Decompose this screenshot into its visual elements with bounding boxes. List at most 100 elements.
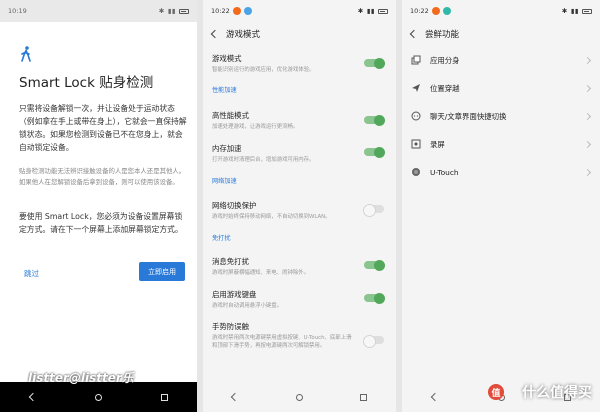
chevron-right-icon — [583, 56, 592, 64]
notification-app-icon — [232, 7, 241, 15]
home-icon — [295, 393, 303, 401]
menu-item-label: U-Touch — [430, 167, 459, 177]
chevron-right-icon — [583, 140, 592, 148]
status-time: 10:22 — [211, 7, 230, 15]
setting-title: 手势防误触 — [212, 322, 249, 331]
setting-title: 游戏模式 — [212, 54, 242, 63]
nav-back-button[interactable] — [23, 387, 43, 407]
signal-icon: ▮▮ — [570, 7, 579, 15]
network-switch-toggle[interactable] — [363, 203, 384, 217]
setting-row-game-mode[interactable]: 游戏模式 智能识别运行的游戏应用，优化游戏体验。 — [212, 53, 386, 74]
gesture-guard-toggle[interactable] — [363, 334, 384, 348]
menu-item-chat-switch[interactable]: 聊天/文章界面快捷切换 — [411, 108, 592, 124]
page-title: 尝鲜功能 — [425, 30, 460, 40]
setting-title: 消息免打扰 — [212, 257, 249, 266]
menu-item-app-clone[interactable]: 应用分身 — [411, 52, 592, 68]
setting-title: 内存加速 — [212, 144, 242, 153]
status-time: 10:19 — [8, 7, 27, 15]
notification-app-icon — [442, 7, 451, 15]
memory-boost-toggle[interactable] — [364, 146, 385, 158]
enable-now-button[interactable]: 立即启用 — [139, 262, 185, 281]
notification-app-icon — [431, 7, 440, 15]
page-title: Smart Lock 贴身检测 — [19, 75, 154, 91]
home-icon — [94, 393, 102, 401]
nav-back-button[interactable] — [225, 387, 245, 407]
disclaimer-text: 贴身检测功能无法辨识接触设备的人是您本人还是其他人。如果他人在您解锁设备后拿到设… — [19, 167, 186, 186]
setting-title: 启用游戏键盘 — [212, 290, 257, 299]
smart-lock-screen: 10:19 ✱ ▮▮ Smart Lock 贴身检测 只需将设备解锁一次，并让设… — [0, 0, 197, 412]
app-clone-icon — [411, 55, 421, 65]
nav-recent-button[interactable] — [354, 387, 374, 407]
battery-icon — [378, 8, 388, 14]
menu-item-label: 位置穿越 — [430, 83, 460, 93]
back-icon — [230, 392, 240, 402]
game-mode-screen: 10:22 ✱ ▮▮ 游戏模式 游戏模式 智能识别运行的游戏应用，优化游戏体验。… — [203, 0, 396, 412]
back-arrow-icon[interactable] — [210, 29, 220, 39]
setting-desc: 游戏时始终保持移动网络，不自动切换到WLAN。 — [212, 214, 331, 220]
description-text: 只需将设备解锁一次，并让设备处于运动状态（例如拿在手上或带在身上），它就会一直保… — [19, 104, 187, 152]
location-icon — [411, 83, 421, 93]
setting-row-gesture-guard[interactable]: 手势防误触 游戏时禁用两次电源键禁用虚拟按键、U-Touch、底部上滑和顶部下滑… — [212, 321, 386, 350]
nav-back-button[interactable] — [425, 387, 445, 407]
setting-row-high-performance[interactable]: 高性能模式 加速处理游戏，让游戏运行更流畅。 — [212, 110, 386, 131]
nav-home-button[interactable] — [88, 387, 108, 407]
chevron-right-icon — [583, 84, 592, 92]
requirement-text: 要使用 Smart Lock，您必须为设备设置屏幕锁定方式。请在下一个屏幕上添加… — [19, 212, 183, 234]
bluetooth-icon: ✱ — [357, 7, 364, 15]
setting-title: 网络切换保护 — [212, 201, 257, 210]
battery-icon — [582, 8, 592, 14]
game-keyboard-toggle[interactable] — [364, 292, 385, 304]
high-performance-toggle[interactable] — [364, 114, 385, 126]
section-header: 性能加速 — [212, 87, 237, 94]
recent-apps-icon — [160, 393, 168, 401]
status-bar: 10:22 ✱ ▮▮ — [203, 0, 396, 22]
watermark-site: 什么值得买 — [522, 385, 592, 401]
setting-desc: 游戏时禁用两次电源键禁用虚拟按键、U-Touch、底部上滑和顶部下滑手势，再按电… — [212, 335, 352, 349]
watermark-badge: 值 — [488, 384, 504, 400]
nav-recent-button[interactable] — [154, 387, 174, 407]
page-header: 尝鲜功能 — [402, 22, 600, 46]
recent-apps-icon — [360, 393, 368, 401]
nav-bar — [0, 382, 197, 412]
menu-item-location[interactable]: 位置穿越 — [411, 80, 592, 96]
skip-button[interactable]: 跳过 — [24, 268, 39, 279]
nav-home-button[interactable] — [289, 387, 309, 407]
section-header: 免打扰 — [212, 235, 231, 242]
menu-item-label: 录屏 — [430, 139, 445, 149]
setting-row-do-not-disturb[interactable]: 消息免打扰 游戏时屏蔽横幅通知、来电、闹钟除外。 — [212, 256, 386, 277]
page-title: 游戏模式 — [226, 30, 261, 40]
battery-icon — [179, 8, 189, 14]
menu-item-utouch[interactable]: U-Touch — [411, 164, 592, 180]
signal-icon: ▮▮ — [167, 7, 176, 15]
watermark-author: listter@listter乐 — [28, 371, 134, 385]
setting-row-memory-boost[interactable]: 内存加速 打开游戏时清理后台，增加游戏可用内存。 — [212, 143, 386, 164]
bluetooth-icon: ✱ — [158, 7, 165, 15]
setting-desc: 游戏时自动调用悬浮小键盘。 — [212, 303, 283, 309]
setting-title: 高性能模式 — [212, 111, 249, 120]
page-header: 游戏模式 — [203, 22, 396, 46]
menu-item-label: 聊天/文章界面快捷切换 — [430, 111, 507, 121]
setting-row-network-switch[interactable]: 网络切换保护 游戏时始终保持移动网络，不自动切换到WLAN。 — [212, 200, 386, 221]
setting-row-game-keyboard[interactable]: 启用游戏键盘 游戏时自动调用悬浮小键盘。 — [212, 289, 386, 310]
experimental-features-screen: 10:22 ✱ ▮▮ 尝鲜功能 应用分身 位置穿越 聊天/文章界面快捷切换 录屏… — [402, 0, 600, 412]
status-bar: 10:22 ✱ ▮▮ — [402, 0, 600, 22]
screen-record-icon — [411, 139, 421, 149]
setting-desc: 游戏时屏蔽横幅通知、来电、闹钟除外。 — [212, 270, 310, 276]
back-arrow-icon[interactable] — [409, 29, 419, 39]
setting-desc: 智能识别运行的游戏应用，优化游戏体验。 — [212, 67, 315, 73]
game-mode-toggle[interactable] — [364, 57, 385, 69]
back-icon — [28, 392, 38, 402]
notification-app-icon — [243, 7, 252, 15]
do-not-disturb-toggle[interactable] — [364, 259, 385, 271]
setting-desc: 打开游戏时清理后台，增加游戏可用内存。 — [212, 157, 315, 163]
chevron-right-icon — [583, 168, 592, 176]
status-bar: 10:19 ✱ ▮▮ — [0, 0, 197, 22]
chevron-right-icon — [583, 112, 592, 120]
setting-desc: 加速处理游戏，让游戏运行更流畅。 — [212, 124, 299, 130]
nav-bar — [203, 382, 396, 412]
walking-person-icon — [21, 46, 31, 62]
signal-icon: ▮▮ — [366, 7, 375, 15]
chat-switch-icon — [411, 111, 421, 121]
menu-item-screen-record[interactable]: 录屏 — [411, 136, 592, 152]
status-time: 10:22 — [410, 7, 429, 15]
